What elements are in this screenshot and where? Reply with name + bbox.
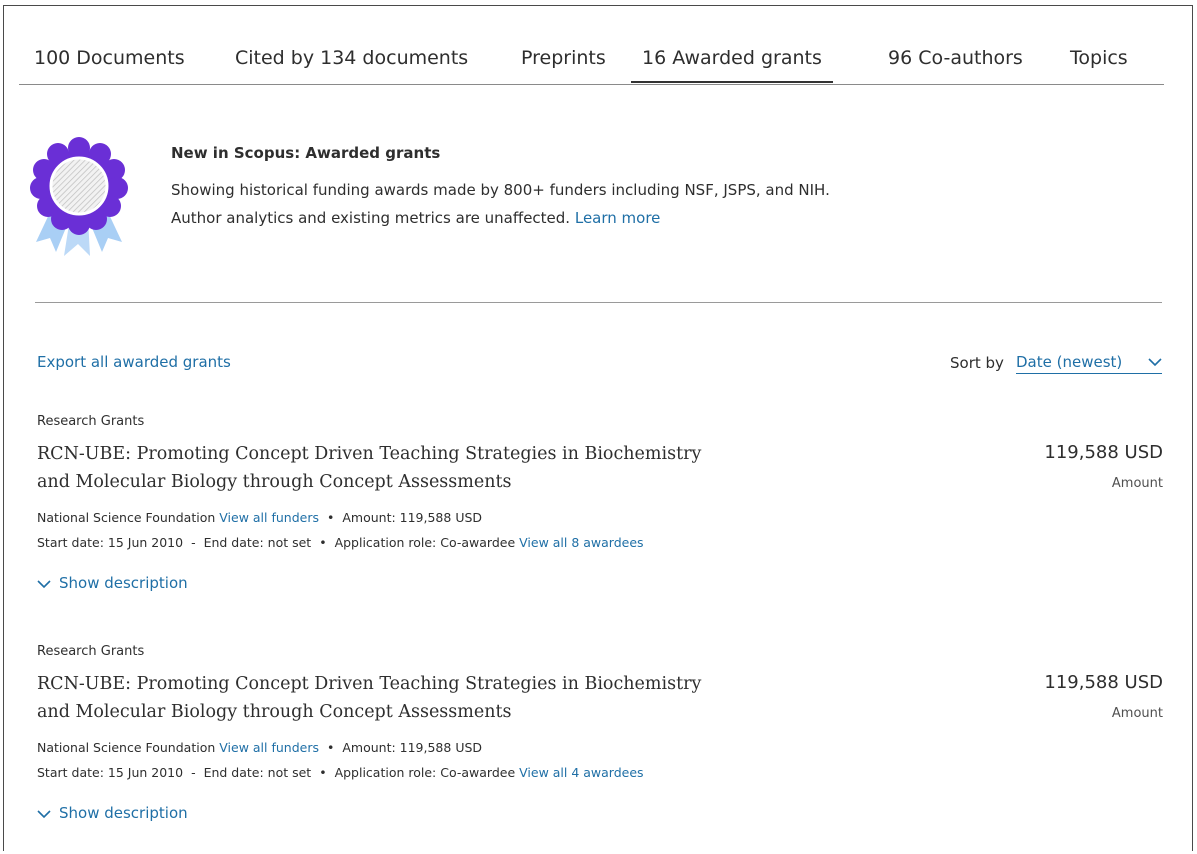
grant-amount-label: Amount xyxy=(1111,706,1163,721)
show-description-label: Show description xyxy=(59,804,188,822)
banner-title: New in Scopus: Awarded grants xyxy=(171,144,441,162)
show-description-button[interactable]: Show description xyxy=(37,574,188,592)
tab-documents[interactable]: 100 Documents xyxy=(34,43,185,83)
grant-end-date: End date: not set xyxy=(203,535,312,550)
chevron-down-icon xyxy=(37,810,51,819)
sort-label: Sort by xyxy=(950,354,1004,372)
grant-amount: 119,588 USD xyxy=(1044,672,1163,693)
grant-start-date: Start date: 15 Jun 2010 xyxy=(37,535,184,550)
learn-more-link[interactable]: Learn more xyxy=(575,209,661,227)
banner-description: Showing historical funding awards made b… xyxy=(171,181,830,227)
grant-title: RCN-UBE: Promoting Concept Driven Teachi… xyxy=(37,674,702,722)
dash-separator: - xyxy=(191,535,196,550)
tab-co-authors[interactable]: 96 Co-authors xyxy=(888,43,1023,83)
tab-awarded-grants[interactable]: 16 Awarded grants xyxy=(631,43,833,83)
grant-amount-text: Amount: 119,588 USD xyxy=(342,510,483,525)
bullet-separator: • xyxy=(319,535,327,550)
tab-preprints[interactable]: Preprints xyxy=(521,43,606,83)
grant-item: Research Grants RCN-UBE: Promoting Conce… xyxy=(37,644,1163,854)
chevron-down-icon xyxy=(37,580,51,589)
banner-text: Showing historical funding awards made b… xyxy=(171,176,871,232)
grant-item: Research Grants RCN-UBE: Promoting Conce… xyxy=(37,414,1163,624)
grant-role: Application role: Co-awardee xyxy=(334,765,516,780)
grant-start-date: Start date: 15 Jun 2010 xyxy=(37,765,184,780)
bullet-separator: • xyxy=(319,765,327,780)
award-ribbon-icon xyxy=(30,130,128,258)
tab-cited-by[interactable]: Cited by 134 documents xyxy=(235,43,468,83)
tab-bar: 100 Documents Cited by 134 documents Pre… xyxy=(19,43,1164,85)
section-divider xyxy=(35,302,1162,303)
view-all-funders-link[interactable]: View all funders xyxy=(219,510,319,525)
view-all-awardees-link[interactable]: View all 4 awardees xyxy=(519,765,643,780)
grant-funder-line: National Science Foundation View all fun… xyxy=(37,510,482,525)
grant-amount-text: Amount: 119,588 USD xyxy=(342,740,483,755)
chevron-down-icon xyxy=(1148,358,1162,367)
grant-funder: National Science Foundation xyxy=(37,510,216,525)
grant-role: Application role: Co-awardee xyxy=(334,535,516,550)
grant-dates-line: Start date: 15 Jun 2010 - End date: not … xyxy=(37,535,644,550)
show-description-button[interactable]: Show description xyxy=(37,804,188,822)
view-all-funders-link[interactable]: View all funders xyxy=(219,740,319,755)
view-all-awardees-link[interactable]: View all 8 awardees xyxy=(519,535,643,550)
grant-end-date: End date: not set xyxy=(203,765,312,780)
grant-category: Research Grants xyxy=(37,644,145,659)
grant-dates-line: Start date: 15 Jun 2010 - End date: not … xyxy=(37,765,644,780)
tab-topics[interactable]: Topics xyxy=(1070,43,1128,83)
grant-funder: National Science Foundation xyxy=(37,740,216,755)
show-description-label: Show description xyxy=(59,574,188,592)
grant-amount: 119,588 USD xyxy=(1044,442,1163,463)
grant-title: RCN-UBE: Promoting Concept Driven Teachi… xyxy=(37,444,702,492)
grant-category: Research Grants xyxy=(37,414,145,429)
grant-funder-line: National Science Foundation View all fun… xyxy=(37,740,482,755)
export-grants-link[interactable]: Export all awarded grants xyxy=(37,353,231,371)
bullet-separator: • xyxy=(326,510,335,525)
grant-amount-label: Amount xyxy=(1111,476,1163,491)
bullet-separator: • xyxy=(326,740,335,755)
sort-value: Date (newest) xyxy=(1016,353,1123,371)
dash-separator: - xyxy=(191,765,196,780)
sort-dropdown[interactable]: Date (newest) xyxy=(1016,353,1162,374)
